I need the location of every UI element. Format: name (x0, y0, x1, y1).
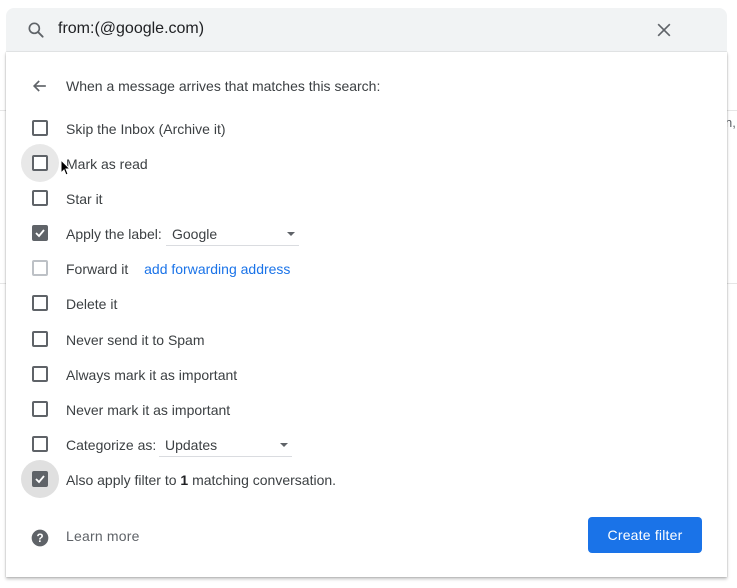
category-dropdown[interactable]: Updates (159, 433, 292, 457)
filter-header-text: When a message arrives that matches this… (66, 78, 381, 94)
mark-as-read-checkbox[interactable] (32, 155, 48, 171)
search-icon[interactable] (26, 20, 46, 40)
option-always-important[interactable]: Always mark it as important (6, 363, 727, 387)
option-label: Never send it to Spam (66, 332, 205, 348)
option-delete-it[interactable]: Delete it (6, 292, 727, 316)
apply-to-matching-checkbox[interactable] (32, 471, 48, 487)
back-arrow-icon[interactable] (30, 76, 50, 96)
filter-header: When a message arrives that matches this… (6, 74, 727, 98)
always-important-checkbox[interactable] (32, 366, 48, 382)
category-dropdown-value: Updates (165, 437, 218, 453)
delete-it-checkbox[interactable] (32, 295, 48, 311)
option-categorize[interactable]: Categorize as: Updates (6, 433, 727, 457)
option-apply-to-matching[interactable]: Also apply filter to 1 matching conversa… (6, 460, 727, 498)
option-mark-as-read[interactable]: Mark as read (6, 144, 727, 182)
apply-matching-pre: Also apply filter to (66, 472, 181, 488)
option-label: Delete it (66, 296, 118, 312)
option-label: Also apply filter to 1 matching conversa… (66, 472, 336, 488)
label-dropdown[interactable]: Google (166, 222, 299, 246)
filter-panel: When a message arrives that matches this… (6, 52, 727, 577)
option-label: Apply the label: (66, 226, 162, 242)
forward-it-checkbox[interactable] (32, 260, 48, 276)
categorize-checkbox[interactable] (32, 436, 48, 452)
learn-more-link[interactable]: Learn more (66, 528, 140, 544)
label-dropdown-value: Google (172, 226, 218, 242)
option-skip-inbox[interactable]: Skip the Inbox (Archive it) (6, 117, 727, 141)
dropdown-arrow-icon (287, 232, 295, 236)
star-it-checkbox[interactable] (32, 190, 48, 206)
option-star-it[interactable]: Star it (6, 187, 727, 211)
dropdown-arrow-icon (280, 443, 288, 447)
option-never-spam[interactable]: Never send it to Spam (6, 328, 727, 352)
forward-label: Forward it (66, 261, 129, 277)
option-apply-label[interactable]: Apply the label: Google (6, 222, 727, 246)
help-icon[interactable]: ? (30, 528, 50, 548)
option-label: Categorize as: (66, 437, 157, 453)
option-label: Skip the Inbox (Archive it) (66, 121, 226, 137)
check-icon (35, 229, 45, 238)
never-important-checkbox[interactable] (32, 401, 48, 417)
apply-matching-post: matching conversation. (188, 472, 337, 488)
option-never-important[interactable]: Never mark it as important (6, 398, 727, 422)
search-bar[interactable]: from:(@google.com) (6, 8, 727, 52)
search-query[interactable]: from:(@google.com) (58, 20, 204, 38)
option-label: Star it (66, 191, 103, 207)
option-label: Never mark it as important (66, 402, 231, 418)
option-label: Forward it add forwarding address (66, 261, 290, 277)
close-icon[interactable] (654, 20, 674, 40)
never-spam-checkbox[interactable] (32, 331, 48, 347)
svg-text:?: ? (36, 532, 43, 545)
apply-label-checkbox[interactable] (32, 225, 48, 241)
option-label: Always mark it as important (66, 367, 238, 383)
add-forwarding-address-link[interactable]: add forwarding address (144, 261, 290, 277)
skip-inbox-checkbox[interactable] (32, 120, 48, 136)
mouse-cursor-icon (60, 159, 72, 176)
check-icon (35, 475, 45, 484)
create-filter-button[interactable]: Create filter (588, 517, 702, 553)
option-label: Mark as read (66, 156, 148, 172)
option-forward-it[interactable]: Forward it add forwarding address (6, 257, 727, 281)
